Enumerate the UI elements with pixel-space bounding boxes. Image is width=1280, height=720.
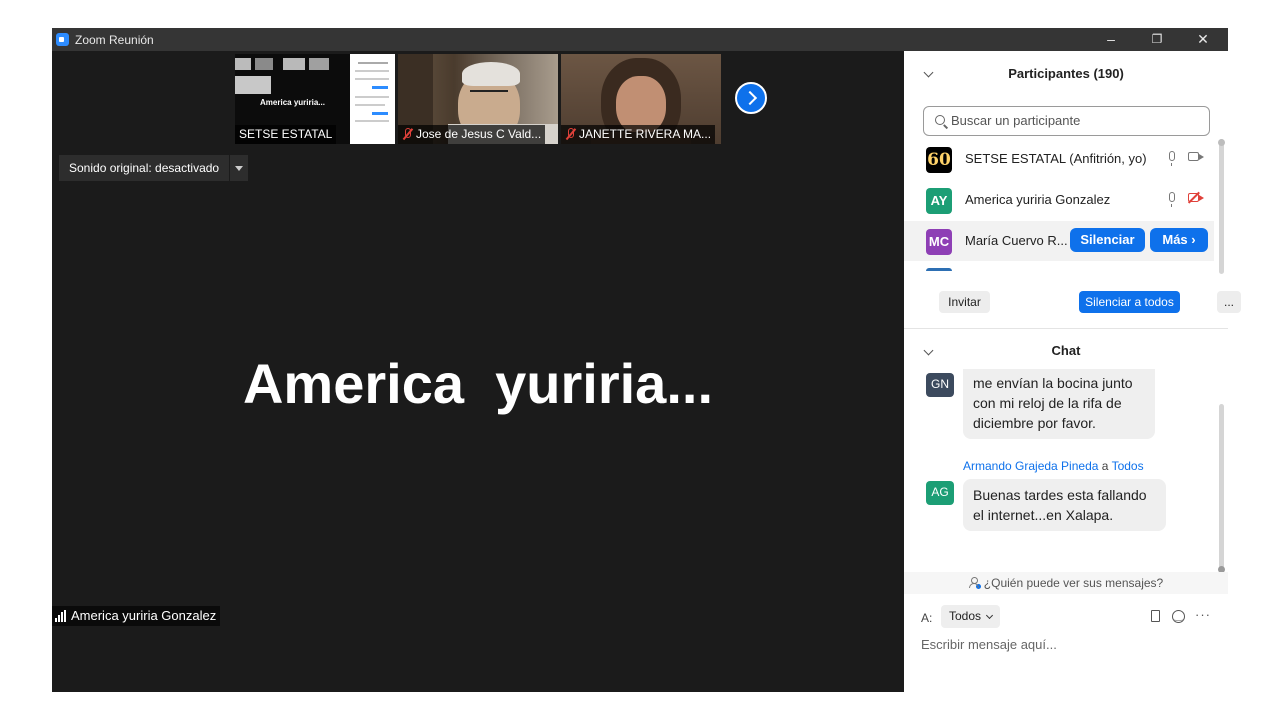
chat-scrollbar[interactable]	[1218, 404, 1225, 573]
participants-scrollbar[interactable]	[1218, 139, 1225, 274]
avatar: AY	[926, 188, 952, 214]
participant-row[interactable]: 60 SETSE ESTATAL (Anfitrión, yo)	[904, 139, 1214, 179]
invite-button[interactable]: Invitar	[939, 291, 990, 313]
zoom-logo-icon	[56, 33, 69, 46]
active-speaker-label: America yuriria Gonzalez	[52, 606, 221, 626]
person-info-icon	[968, 577, 981, 589]
more-options-button[interactable]: ...	[1217, 291, 1241, 313]
recipient-dropdown[interactable]: Todos	[941, 605, 1001, 628]
active-speaker-name: America yuriria...	[242, 352, 713, 415]
thumbnail-name: Jose de Jesus C Vald...	[398, 125, 546, 144]
thumb-share-panel	[350, 54, 395, 144]
participant-name: SETSE ESTATAL (Anfitrión, yo)	[965, 151, 1147, 166]
restore-button[interactable]: ❐	[1134, 28, 1180, 51]
thumbnail-jose[interactable]: Jose de Jesus C Vald...	[398, 54, 558, 144]
emoji-icon[interactable]: ‿	[1172, 610, 1185, 623]
more-icon[interactable]: ···	[1195, 607, 1211, 622]
video-area: America yuriria... SETSE ESTATAL Jose de…	[52, 51, 904, 692]
avatar: MC	[926, 229, 952, 255]
thumbnail-janette[interactable]: JANETTE RIVERA MA...	[561, 54, 721, 144]
video-camera-icon[interactable]	[1188, 152, 1204, 161]
next-page-button[interactable]	[735, 82, 767, 114]
participant-row[interactable]: AY America yuriria Gonzalez	[904, 180, 1214, 220]
minimize-button[interactable]: –	[1088, 28, 1134, 51]
mic-muted-icon	[402, 128, 412, 140]
participant-row[interactable]: MC María Cuervo R... Silenciar Más ›	[904, 221, 1214, 261]
divider	[904, 328, 1228, 329]
mute-participant-button[interactable]: Silenciar	[1070, 228, 1145, 252]
chat-message: Buenas tardes esta fallando el internet.…	[963, 479, 1166, 531]
participant-name: America yuriria Gonzalez	[965, 192, 1111, 207]
zoom-window: Zoom Reunión – ❐ ✕ America yuriria... SE…	[52, 28, 1241, 692]
close-button[interactable]: ✕	[1180, 28, 1226, 51]
avatar: 60	[926, 147, 952, 173]
signal-bars-icon	[55, 610, 66, 622]
original-sound-toggle[interactable]: Sonido original: desactivado	[59, 155, 249, 181]
chat-message-input[interactable]: Escribir mensaje aquí...	[921, 637, 1057, 652]
thumb-share-text: America yuriria...	[260, 98, 325, 107]
message-sender: Armando Grajeda Pineda a Todos	[963, 459, 1144, 473]
thumbnail-name: JANETTE RIVERA MA...	[561, 125, 716, 144]
person-hair	[462, 62, 520, 86]
avatar-partial	[926, 268, 952, 271]
chevron-down-icon	[985, 611, 994, 620]
search-icon	[935, 115, 945, 125]
side-panel: Participantes (190) Buscar un participan…	[904, 51, 1241, 692]
recipient-label: A:	[921, 611, 933, 625]
microphone-icon[interactable]	[1169, 192, 1175, 207]
mute-all-button[interactable]: Silenciar a todos	[1079, 291, 1180, 313]
thumbnail-setse[interactable]: America yuriria... SETSE ESTATAL	[235, 54, 395, 144]
file-icon[interactable]	[1151, 610, 1160, 622]
video-camera-off-icon[interactable]	[1188, 193, 1204, 202]
avatar: GN	[926, 373, 954, 397]
participant-name: María Cuervo R...	[965, 233, 1068, 248]
microphone-icon[interactable]	[1169, 151, 1175, 166]
avatar: AG	[926, 481, 954, 505]
window-title: Zoom Reunión	[75, 33, 154, 47]
chevron-down-icon[interactable]	[229, 155, 248, 181]
participant-search-input[interactable]: Buscar un participante	[923, 106, 1210, 136]
chat-title: Chat	[1051, 343, 1081, 358]
original-sound-label: Sonido original: desactivado	[69, 161, 220, 175]
mic-muted-icon	[565, 128, 575, 140]
participants-title: Participantes (190)	[1008, 66, 1124, 81]
more-participant-button[interactable]: Más ›	[1150, 228, 1208, 252]
thumbnail-name: SETSE ESTATAL	[235, 125, 337, 144]
who-can-see-messages[interactable]: ¿Quién puede ver sus mensajes?	[904, 572, 1228, 594]
title-bar: Zoom Reunión – ❐ ✕	[52, 28, 1228, 51]
chat-message: me envían la bocina junto con mi reloj d…	[963, 369, 1155, 439]
